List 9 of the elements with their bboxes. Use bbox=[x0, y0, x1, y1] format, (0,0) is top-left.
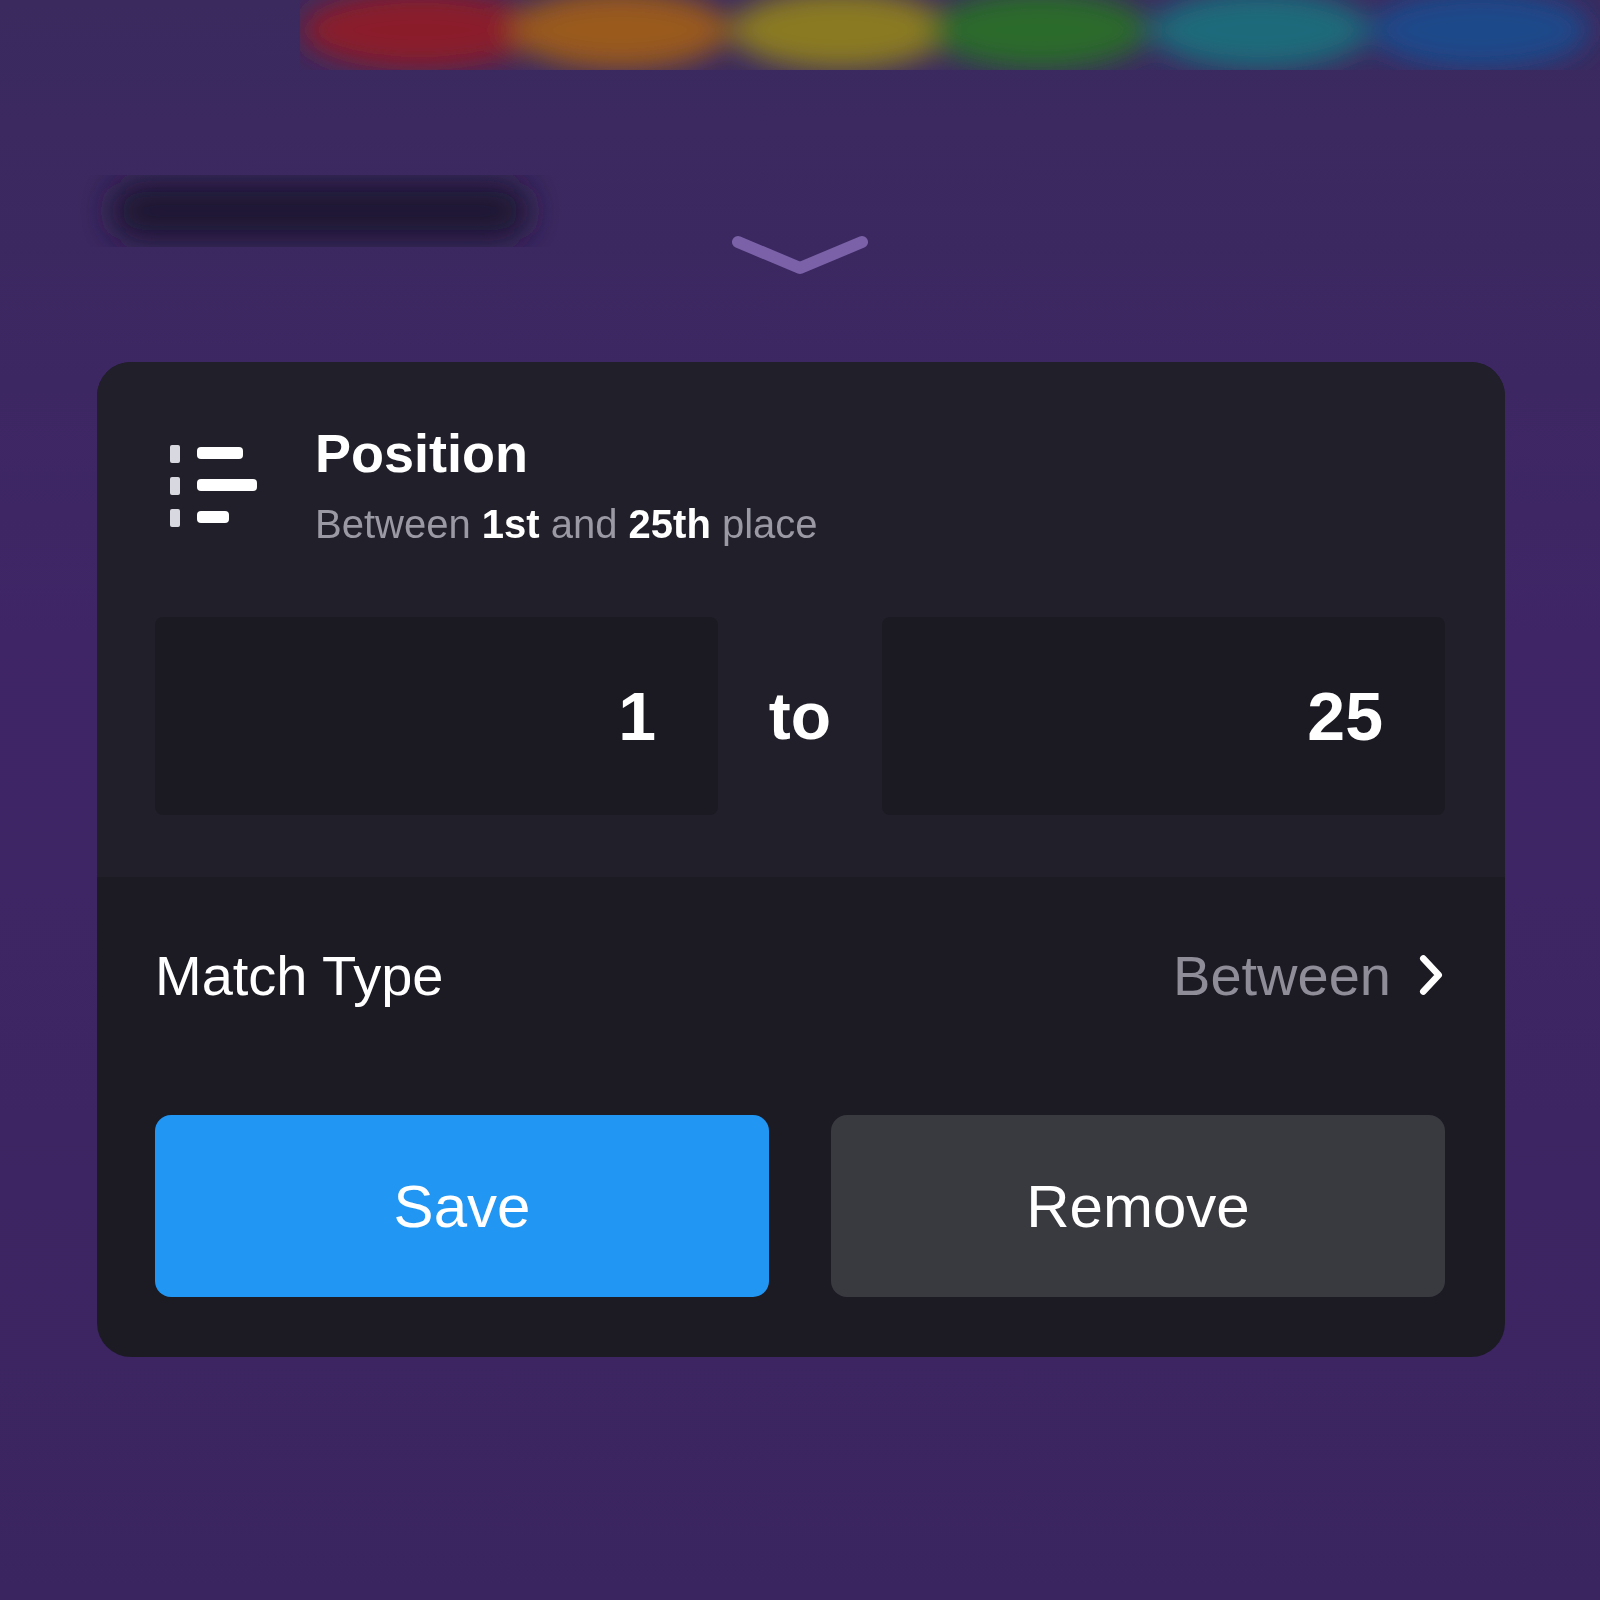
match-type-value[interactable]: Between bbox=[1173, 942, 1391, 1008]
card-title: Position bbox=[315, 422, 529, 484]
card-subtitle: Between 1st and 25th place bbox=[315, 502, 818, 547]
chevron-right-icon[interactable] bbox=[1417, 953, 1445, 997]
remove-button[interactable]: Remove bbox=[831, 1115, 1445, 1297]
input-field[interactable]: 1 bbox=[155, 617, 718, 815]
range-separator: to bbox=[767, 678, 833, 754]
match-type-label: Match Type bbox=[155, 942, 445, 1008]
input-field[interactable]: 25 bbox=[882, 617, 1445, 815]
